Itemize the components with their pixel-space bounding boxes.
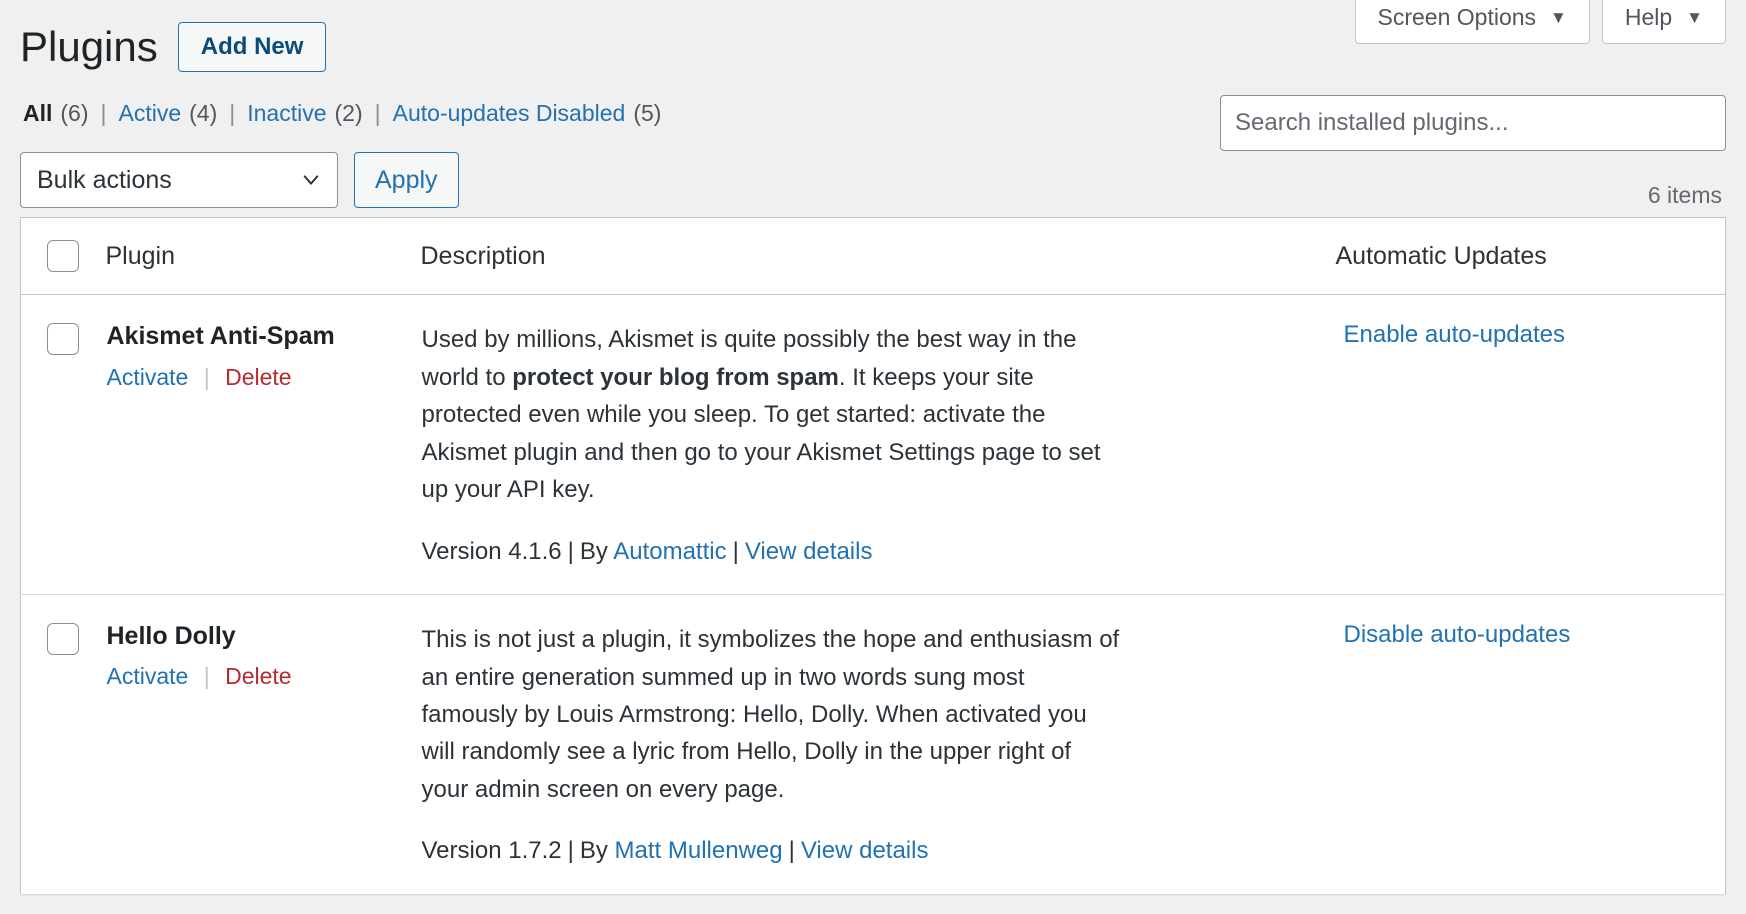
plugin-by-label: By [580,837,608,864]
select-all-header [21,218,106,295]
tablenav-top: Bulk actions Apply 6 items [20,149,1726,211]
row-checkbox[interactable] [47,323,79,355]
delete-link[interactable]: Delete [225,364,291,390]
disable-auto-updates-link[interactable]: Disable auto-updates [1344,621,1571,648]
plugin-version: Version 1.7.2 [422,837,562,864]
plugin-name: Akismet Anti-Spam [107,321,420,352]
help-button[interactable]: Help ▼ [1602,0,1726,44]
view-details-link[interactable]: View details [801,837,929,864]
apply-button[interactable]: Apply [354,152,459,208]
row-checkbox[interactable] [47,623,79,655]
plugins-page-wrap: Plugins Add New All (6) | Active (4) | I… [0,0,1746,895]
plugin-description-cell: This is not just a plugin, it symbolizes… [421,595,1336,895]
filter-link-inactive[interactable]: Inactive [247,100,326,127]
row-actions: Activate | Delete [107,363,420,393]
action-separator: | [204,663,210,689]
screen-options-label: Screen Options [1378,6,1537,29]
plugin-name: Hello Dolly [107,621,420,652]
chevron-down-icon: ▼ [1686,9,1703,26]
filter-item-inactive: Inactive (2) | [247,100,392,127]
plugin-description-cell: Used by millions, Akismet is quite possi… [421,295,1336,595]
filter-count-active: (4) [189,100,217,127]
table-header-row: Plugin Description Automatic Updates [21,218,1726,295]
column-header-description: Description [421,218,1336,295]
filter-count-all: (6) [60,100,88,127]
bulk-actions-select[interactable]: Bulk actions [20,152,338,208]
plugin-meta: Version 1.7.2|By Matt Mullenweg|View det… [422,834,1306,868]
delete-link[interactable]: Delete [225,663,291,689]
plugin-author-link[interactable]: Automattic [613,538,726,565]
row-select-cell [21,595,106,895]
filter-count-auto-updates-disabled: (5) [633,100,661,127]
filter-separator: | [101,100,107,127]
meta-separator: | [568,837,574,864]
filter-link-active[interactable]: Active [119,100,182,127]
filter-item-auto-updates-disabled: Auto-updates Disabled (5) [393,100,662,127]
filter-item-all: All (6) | [23,100,119,127]
row-select-cell [21,295,106,595]
plugin-author-link[interactable]: Matt Mullenweg [615,837,783,864]
description-text-bold: protect your blog from spam [512,364,839,391]
add-new-plugin-button[interactable]: Add New [178,22,327,72]
bulk-actions-wrap: Bulk actions [20,152,338,208]
row-actions: Activate | Delete [107,662,420,692]
screen-options-button[interactable]: Screen Options ▼ [1355,0,1590,44]
plugin-description: Used by millions, Akismet is quite possi… [422,321,1122,508]
filter-item-active: Active (4) | [119,100,248,127]
plugin-name-cell: Hello Dolly Activate | Delete [106,595,421,895]
enable-auto-updates-link[interactable]: Enable auto-updates [1344,321,1566,348]
search-input[interactable] [1220,95,1726,151]
plugin-by-label: By [580,538,608,565]
plugin-meta: Version 4.1.6|By Automattic|View details [422,535,1306,569]
action-separator: | [204,364,210,390]
plugins-table: Plugin Description Automatic Updates Aki… [20,217,1726,895]
filter-link-auto-updates-disabled[interactable]: Auto-updates Disabled [393,100,626,127]
displaying-num: 6 items [1648,182,1722,209]
search-box [1220,95,1726,151]
help-label: Help [1625,6,1672,29]
plugin-name-cell: Akismet Anti-Spam Activate | Delete [106,295,421,595]
description-text-before: This is not just a plugin, it symbolizes… [422,626,1120,803]
select-all-checkbox[interactable] [47,240,79,272]
view-details-link[interactable]: View details [745,538,873,565]
activate-link[interactable]: Activate [107,663,189,689]
auto-updates-cell: Disable auto-updates [1336,595,1726,895]
meta-separator: | [568,538,574,565]
meta-separator: | [789,837,795,864]
table-row: Akismet Anti-Spam Activate | Delete Used… [21,295,1726,595]
table-body: Akismet Anti-Spam Activate | Delete Used… [21,295,1726,895]
filter-link-all[interactable]: All [23,100,52,127]
page-title: Plugins [20,22,158,72]
column-header-automatic-updates: Automatic Updates [1336,218,1726,295]
table-row: Hello Dolly Activate | Delete This is no… [21,595,1726,895]
meta-separator: | [733,538,739,565]
plugin-description: This is not just a plugin, it symbolizes… [422,621,1122,808]
filter-separator: | [375,100,381,127]
filter-count-inactive: (2) [335,100,363,127]
screen-meta-links: Screen Options ▼ Help ▼ [1355,0,1727,44]
activate-link[interactable]: Activate [107,364,189,390]
plugin-version: Version 4.1.6 [422,538,562,565]
chevron-down-icon: ▼ [1550,9,1567,26]
table-head: Plugin Description Automatic Updates [21,218,1726,295]
filter-separator: | [229,100,235,127]
auto-updates-cell: Enable auto-updates [1336,295,1726,595]
column-header-plugin: Plugin [106,218,421,295]
